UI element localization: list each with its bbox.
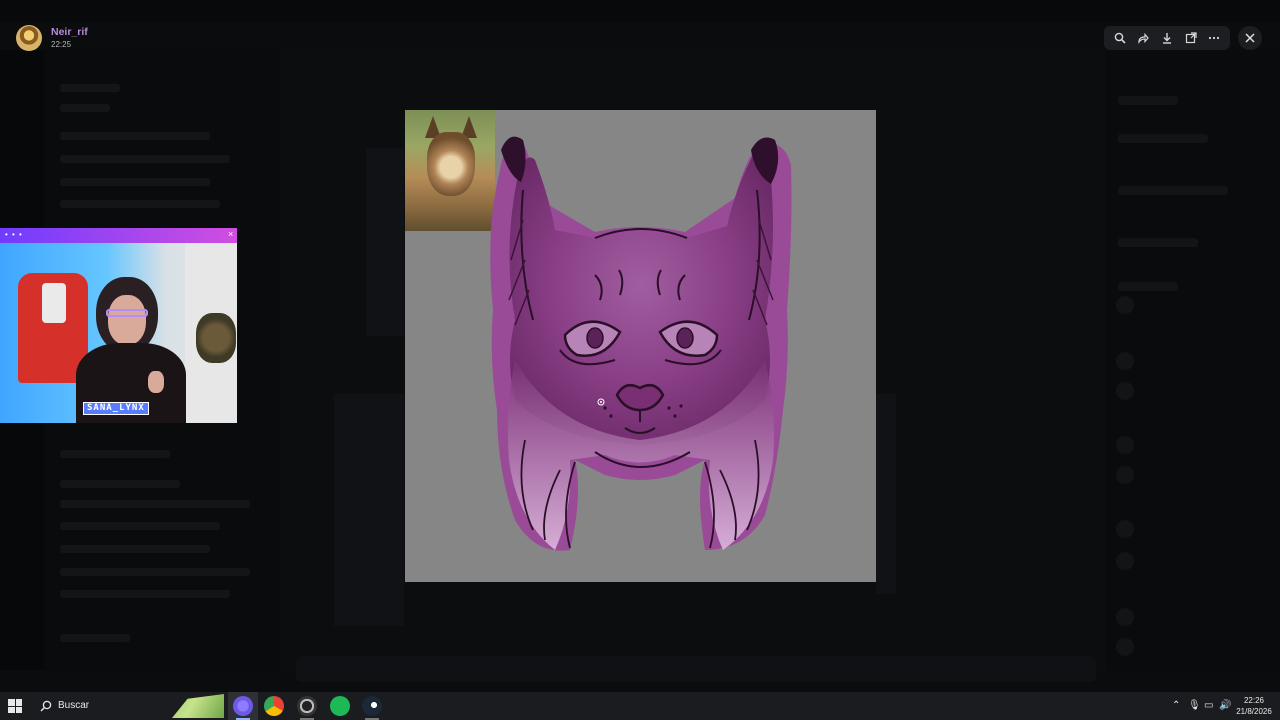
author-avatar[interactable] (16, 25, 42, 51)
member-row (1118, 134, 1208, 143)
channel-row (60, 132, 210, 140)
screen: Neir_rif 22:25 • • • × SANA_LYNX Buscar … (0, 0, 1280, 720)
forward-icon[interactable] (1135, 30, 1151, 46)
streamer-glasses (106, 309, 148, 317)
author-name[interactable]: Neir_rif (51, 26, 88, 38)
clock-date: 21/8/2026 (1236, 707, 1272, 716)
channel-row (60, 200, 220, 208)
chat-image (334, 394, 404, 626)
chat-image (366, 148, 404, 336)
tray-chevron-icon[interactable]: ⌃ (1172, 700, 1180, 711)
taskbar: Buscar ⌃ 🎙 ▭ 🔊 22:26 21/8/2026 (0, 692, 1280, 720)
windows-start-icon[interactable] (8, 699, 22, 713)
channel-row (60, 522, 220, 530)
member-avatar (1116, 382, 1134, 400)
message-timestamp: 22:25 (51, 40, 72, 49)
channel-row (60, 104, 110, 112)
member-avatar (1116, 296, 1134, 314)
volume-icon[interactable]: 🔊 (1219, 700, 1231, 711)
channel-row (60, 568, 250, 576)
clock-time: 22:26 (1243, 696, 1265, 705)
channel-row (60, 178, 210, 186)
channel-row (60, 590, 230, 598)
open-external-icon[interactable] (1183, 30, 1199, 46)
channel-row (60, 634, 130, 642)
channel-row (60, 500, 250, 508)
member-avatar (1116, 466, 1134, 484)
webcam-header: • • • × (0, 228, 237, 243)
chat-image (876, 394, 896, 594)
member-row (1118, 186, 1228, 195)
message-composer (296, 656, 1096, 682)
microphone-icon[interactable]: 🎙 (1188, 700, 1201, 711)
member-avatar (1116, 520, 1134, 538)
member-row (1118, 282, 1178, 291)
close-viewer-button[interactable] (1238, 26, 1262, 50)
lynx-drawing (490, 136, 792, 551)
artwork-image[interactable] (405, 110, 876, 582)
zoom-icon[interactable] (1112, 30, 1128, 46)
search-label: Buscar (58, 700, 90, 711)
webcam-close-icon: × (228, 229, 234, 239)
obs-app-icon[interactable] (297, 696, 317, 716)
window-titlebar (0, 0, 1280, 22)
member-avatar (1116, 352, 1134, 370)
taskbar-clock[interactable]: 22:26 21/8/2026 (1234, 695, 1274, 717)
webcam-video (0, 243, 237, 423)
streamer-name-tag: SANA_LYNX (83, 402, 149, 415)
member-row (1118, 96, 1178, 105)
gaming-chair-stripe (42, 283, 66, 323)
more-icon[interactable] (1206, 30, 1222, 46)
member-row (1118, 238, 1198, 247)
channel-row (60, 84, 120, 92)
webcam-dots: • • • (5, 230, 23, 239)
channel-row (60, 155, 230, 163)
viewer-toolbar (1104, 26, 1230, 50)
member-avatar (1116, 552, 1134, 570)
search-icon (40, 700, 52, 712)
channel-row (60, 450, 170, 458)
member-avatar (1116, 608, 1134, 626)
member-avatar (1116, 638, 1134, 656)
download-icon[interactable] (1159, 30, 1175, 46)
network-icon[interactable]: ▭ (1204, 700, 1213, 711)
member-avatar (1116, 436, 1134, 454)
streamer-hand (148, 371, 164, 393)
plant (196, 313, 236, 363)
channel-row (60, 480, 180, 488)
close-icon (1245, 33, 1255, 43)
steam-app-icon[interactable] (362, 696, 382, 716)
chrome-app-icon[interactable] (264, 696, 284, 716)
spotify-app-icon[interactable] (330, 696, 350, 716)
channel-row (60, 545, 210, 553)
streamer-face (108, 295, 146, 345)
webcam-overlay: • • • × SANA_LYNX (0, 228, 237, 423)
discord-app-icon[interactable] (233, 696, 253, 716)
